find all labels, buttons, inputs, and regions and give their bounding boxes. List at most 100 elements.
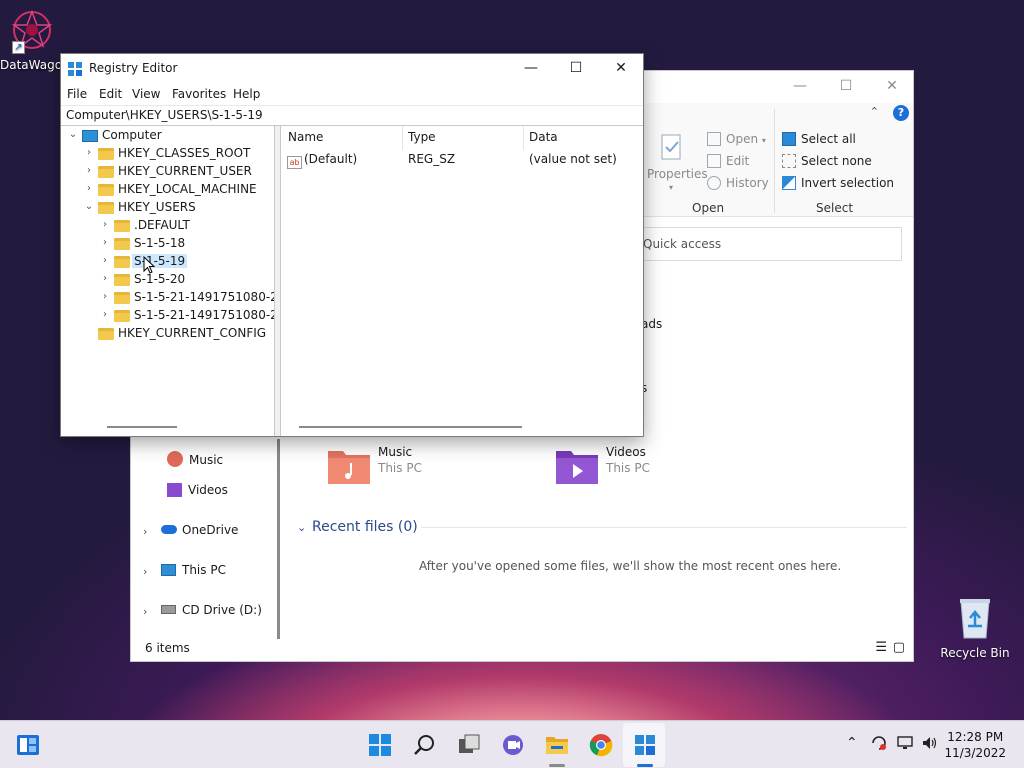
- network-icon[interactable]: [897, 735, 915, 755]
- large-icons-view-icon[interactable]: ▢: [893, 640, 905, 655]
- minimize-button[interactable]: —: [508, 54, 554, 84]
- chevron-right-icon[interactable]: ›: [84, 147, 94, 158]
- maximize-button[interactable]: ☐: [823, 71, 869, 103]
- taskbar-clock[interactable]: 12:28 PM 11/3/2022: [944, 729, 1006, 761]
- chevron-right-icon[interactable]: ›: [143, 565, 147, 578]
- clock-date: 11/3/2022: [944, 746, 1006, 760]
- videos-icon: [167, 483, 182, 497]
- desktop-icon-datawago[interactable]: ↗ DataWago: [0, 8, 64, 72]
- properties-icon[interactable]: [659, 133, 685, 161]
- chevron-right-icon[interactable]: ›: [100, 255, 110, 266]
- widgets-icon[interactable]: [16, 733, 40, 757]
- chevron-right-icon[interactable]: ›: [143, 605, 147, 618]
- chevron-down-icon[interactable]: ⌄: [84, 201, 94, 212]
- registry-editor-window[interactable]: Registry Editor — ☐ ✕ File Edit View Fav…: [60, 53, 644, 437]
- nav-item-onedrive[interactable]: OneDrive: [161, 523, 238, 537]
- address-bar[interactable]: Computer\HKEY_USERS\S-1-5-19: [61, 105, 643, 126]
- desktop-icon-recycle-bin[interactable]: Recycle Bin: [940, 596, 1010, 660]
- desktop-icon-label: DataWago: [0, 58, 60, 72]
- edit-button[interactable]: Edit: [707, 154, 749, 168]
- folder-icon: [114, 274, 130, 286]
- collapse-ribbon-icon[interactable]: ⌃: [870, 105, 879, 118]
- search-icon[interactable]: [413, 733, 437, 757]
- mouse-cursor-icon: [143, 256, 155, 274]
- open-icon: [707, 132, 721, 146]
- details-view-icon[interactable]: ☰: [875, 640, 887, 655]
- menu-favorites[interactable]: Favorites: [172, 87, 226, 101]
- close-button[interactable]: ✕: [598, 54, 644, 84]
- menu-view[interactable]: View: [132, 87, 160, 101]
- chevron-right-icon[interactable]: ›: [84, 183, 94, 194]
- chevron-right-icon[interactable]: ›: [100, 291, 110, 302]
- menu-edit[interactable]: Edit: [99, 87, 122, 101]
- videos-folder-icon: [556, 451, 598, 484]
- nav-item-cd-drive[interactable]: CD Drive (D:): [161, 603, 262, 617]
- chevron-down-icon[interactable]: ⌄: [297, 521, 306, 534]
- chat-icon[interactable]: [501, 733, 525, 757]
- column-header-type[interactable]: Type: [408, 130, 436, 144]
- nav-item-music[interactable]: Music: [167, 451, 223, 467]
- folder-icon: [114, 292, 130, 304]
- volume-icon[interactable]: [921, 735, 939, 755]
- this-pc-icon: [161, 564, 176, 576]
- start-icon[interactable]: [368, 733, 392, 757]
- task-view-icon[interactable]: [457, 733, 481, 757]
- history-icon: [707, 176, 721, 190]
- nav-scrollbar[interactable]: [277, 439, 280, 639]
- chevron-right-icon[interactable]: ›: [100, 309, 110, 320]
- registry-editor-taskbar-icon[interactable]: [633, 733, 657, 757]
- close-button[interactable]: ✕: [869, 71, 915, 103]
- column-header-data[interactable]: Data: [529, 130, 558, 144]
- minimize-button[interactable]: —: [777, 71, 823, 103]
- chevron-right-icon[interactable]: ›: [84, 165, 94, 176]
- recycle-bin-icon: [955, 596, 995, 640]
- chevron-right-icon[interactable]: ›: [143, 525, 147, 538]
- column-divider[interactable]: [402, 126, 403, 150]
- help-icon[interactable]: ?: [893, 105, 909, 121]
- items-count: 6 items: [145, 641, 190, 655]
- maximize-button[interactable]: ☐: [553, 54, 599, 84]
- select-all-button[interactable]: Select all: [782, 132, 856, 146]
- select-none-icon: [782, 154, 796, 168]
- show-hidden-icons-icon[interactable]: ⌃: [846, 735, 858, 751]
- chevron-right-icon[interactable]: ›: [100, 219, 110, 230]
- running-indicator: [549, 764, 565, 767]
- regedit-titlebar[interactable]: Registry Editor — ☐ ✕: [61, 54, 643, 84]
- nav-item-this-pc[interactable]: This PC: [161, 563, 226, 577]
- shortcut-arrow-icon: ↗: [12, 41, 25, 54]
- value-row[interactable]: ab (Default): [287, 152, 357, 169]
- chevron-right-icon[interactable]: ›: [100, 273, 110, 284]
- select-all-icon: [782, 132, 796, 146]
- chevron-right-icon[interactable]: ›: [100, 237, 110, 248]
- string-value-icon: ab: [287, 156, 302, 169]
- chrome-icon[interactable]: [589, 733, 613, 757]
- update-notification-icon[interactable]: [870, 735, 888, 755]
- history-button[interactable]: History: [707, 176, 769, 190]
- nav-item-videos[interactable]: Videos: [167, 483, 228, 497]
- list-horizontal-scrollbar[interactable]: [299, 426, 522, 428]
- menu-help[interactable]: Help: [233, 87, 260, 101]
- chevron-down-icon: ▾: [761, 136, 766, 145]
- properties-button[interactable]: Properties: [647, 167, 708, 181]
- open-button[interactable]: Open ▾: [707, 132, 766, 146]
- menu-file[interactable]: File: [67, 87, 87, 101]
- pane-splitter[interactable]: [275, 126, 281, 436]
- chevron-down-icon[interactable]: ⌄: [68, 129, 78, 140]
- invert-selection-button[interactable]: Invert selection: [782, 176, 894, 190]
- section-divider: [421, 527, 907, 528]
- recent-files-heading[interactable]: Recent files (0): [312, 519, 418, 535]
- file-explorer-icon[interactable]: [545, 733, 569, 757]
- search-input[interactable]: Quick access: [636, 227, 902, 261]
- cd-drive-icon: [161, 605, 176, 614]
- tree-horizontal-scrollbar[interactable]: [107, 426, 177, 428]
- partial-label: ads: [641, 317, 663, 331]
- folder-icon: [98, 166, 114, 178]
- active-indicator: [637, 764, 653, 767]
- column-header-name[interactable]: Name: [288, 130, 323, 144]
- column-divider[interactable]: [523, 126, 524, 150]
- folder-icon: [98, 148, 114, 160]
- folder-icon: [114, 220, 130, 232]
- select-none-button[interactable]: Select none: [782, 154, 872, 168]
- chevron-down-icon: ▾: [669, 183, 674, 192]
- values-list: Name Type Data ab (Default) REG_SZ (value…: [282, 126, 643, 436]
